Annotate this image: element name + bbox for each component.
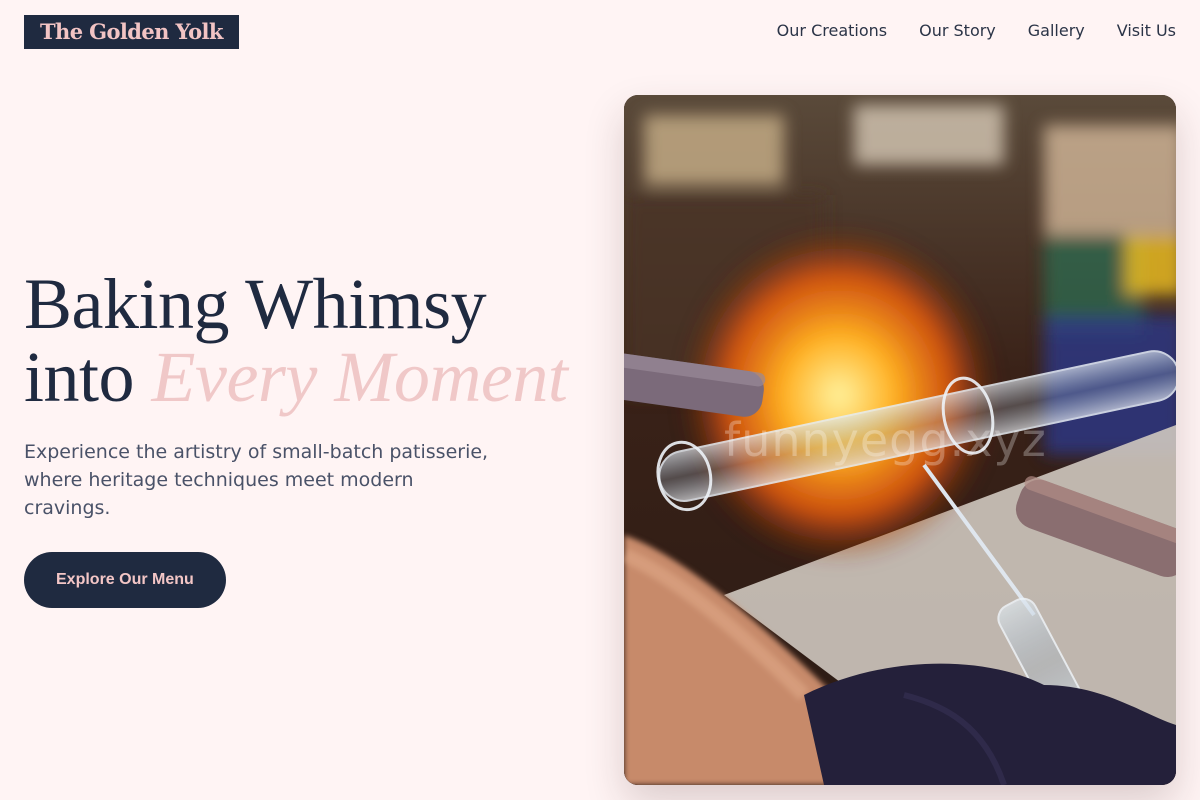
brand-logo[interactable]: The Golden Yolk — [24, 15, 239, 49]
nav-link-gallery[interactable]: Gallery — [1028, 21, 1085, 40]
site-header: The Golden Yolk Our Creations Our Story … — [24, 15, 1176, 49]
nav-link-our-story[interactable]: Our Story — [919, 21, 996, 40]
nav-link-our-creations[interactable]: Our Creations — [777, 21, 887, 40]
headline-line-2-plain: into — [24, 337, 135, 417]
hero-headline: Baking Whimsy into Every Moment — [24, 268, 604, 414]
headline-accent: Every Moment — [151, 337, 568, 417]
nav-link-visit-us[interactable]: Visit Us — [1117, 21, 1176, 40]
explore-menu-button[interactable]: Explore Our Menu — [24, 552, 226, 608]
main-nav: Our Creations Our Story Gallery Visit Us — [777, 21, 1176, 40]
image-watermark: funnyegg.xyz — [724, 413, 1047, 467]
hero-image: funnyegg.xyz — [624, 95, 1176, 785]
headline-line-1: Baking Whimsy — [24, 264, 487, 344]
hero-description: Experience the artistry of small-batch p… — [24, 441, 489, 519]
hero-content: Baking Whimsy into Every Moment Experien… — [24, 268, 604, 608]
